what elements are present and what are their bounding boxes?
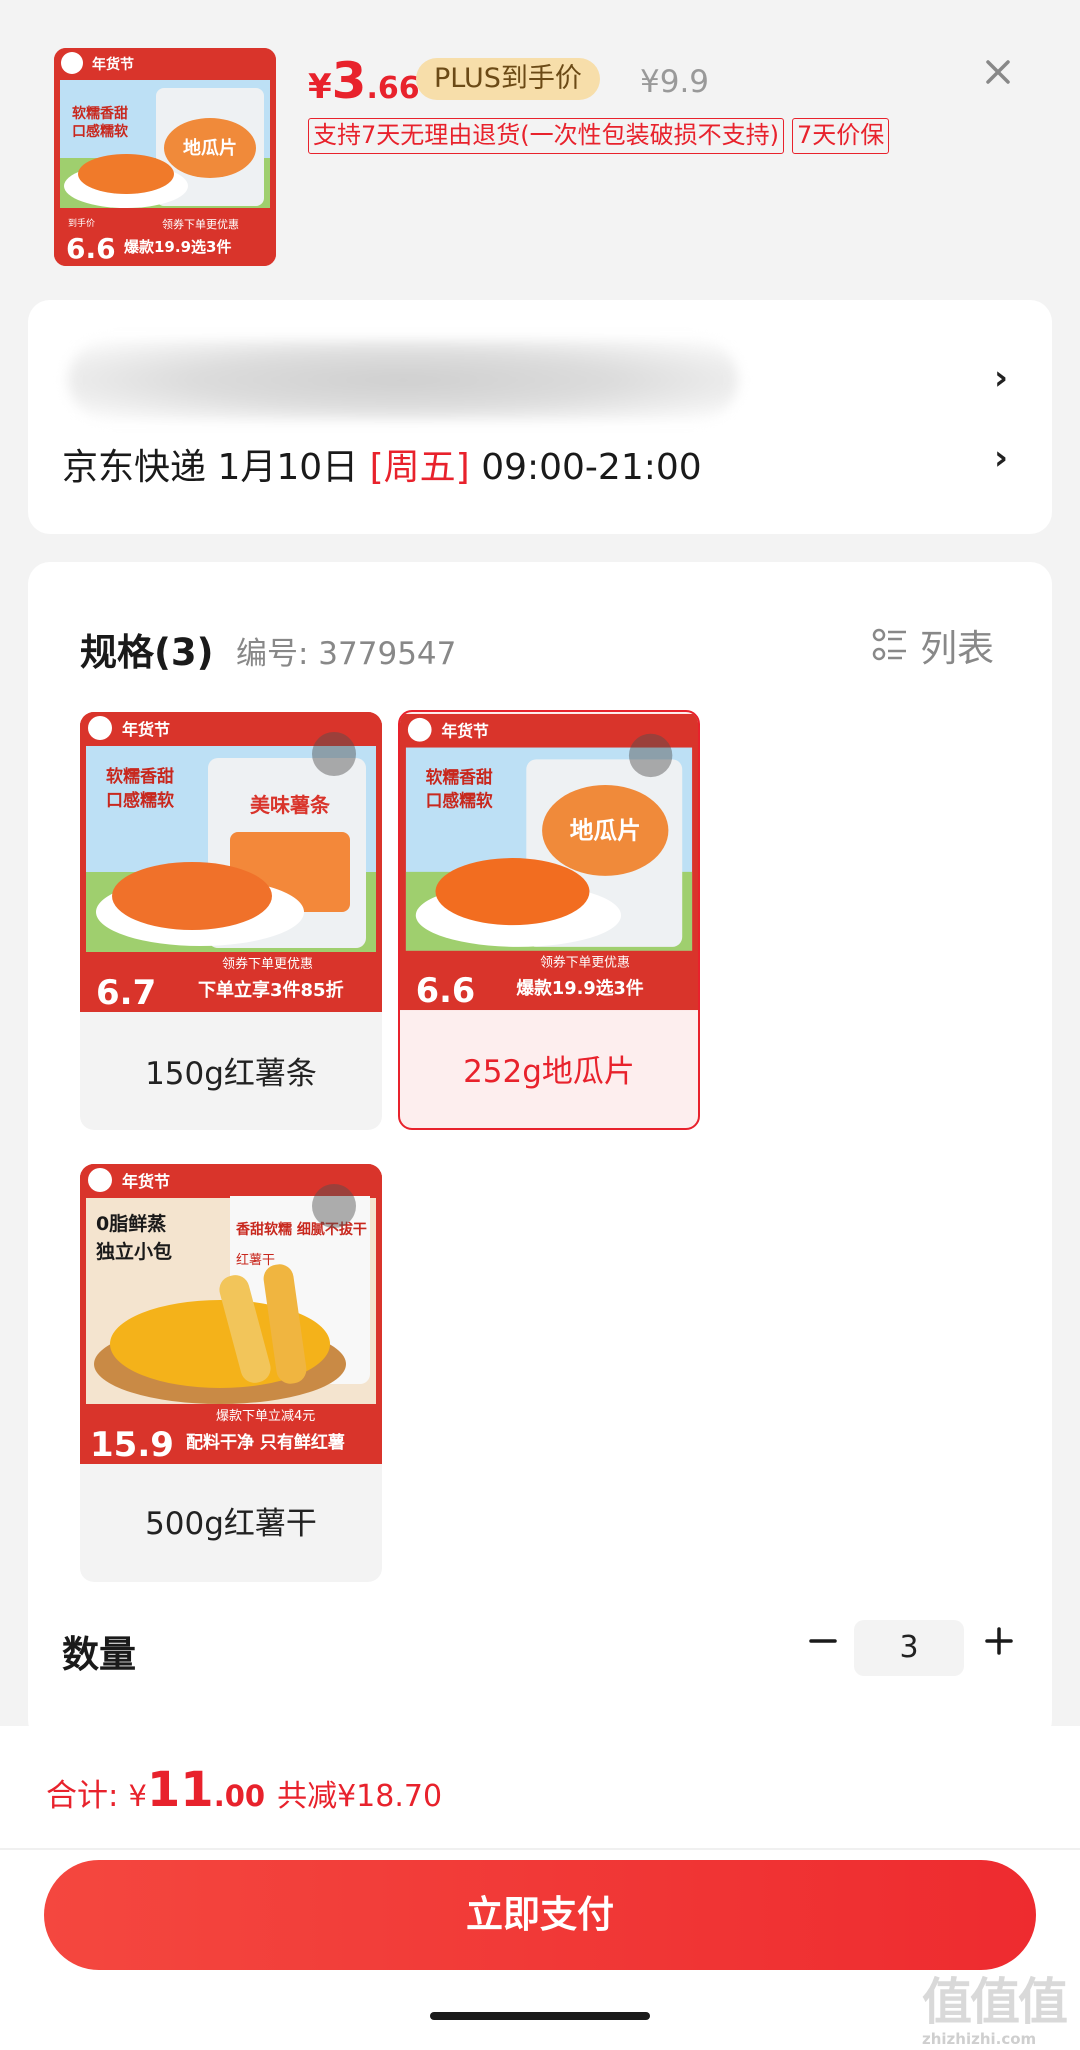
quantity-input[interactable]: 3 xyxy=(854,1620,964,1676)
checkout-footer: 合计: ¥ 11 .00 共减¥18.70 立即支付 值值值 zhizhizhi… xyxy=(0,1726,1080,2050)
plus-price-badge: PLUS到手价 xyxy=(416,58,600,100)
sku-image: 香甜软糯 细腻不拔干 红薯干 0脂鲜蒸 独立小包 年货节 爆款下单立减4元 15… xyxy=(80,1164,382,1464)
thumb-brand-badge: 年货节 xyxy=(92,56,134,73)
thumb-slogan1: 软糯香甜 xyxy=(72,105,128,122)
delivery-time: 09:00-21:00 xyxy=(481,447,702,488)
sku-pack-text: 地瓜片 xyxy=(570,816,641,844)
pay-now-button[interactable]: 立即支付 xyxy=(44,1860,1036,1970)
footer-divider xyxy=(0,1848,1080,1850)
sku-option-500g[interactable]: 香甜软糯 细腻不拔干 红薯干 0脂鲜蒸 独立小包 年货节 爆款下单立减4元 15… xyxy=(80,1164,382,1582)
sku-price: 6.6 xyxy=(416,971,475,1010)
quantity-decrease-button[interactable] xyxy=(798,1616,848,1666)
address-redacted xyxy=(68,340,738,420)
sku-slogan2: 口感糯软 xyxy=(106,790,174,811)
watermark-text: 值值值 xyxy=(922,1973,1068,2031)
close-icon xyxy=(986,60,1010,84)
sku-option-252g[interactable]: 地瓜片 软糯香甜 口感糯软 年货节 领券下单更优惠 6.6 爆款19.9选3件 … xyxy=(398,710,700,1130)
total-integer: 11 xyxy=(146,1762,214,1818)
address-card: › 京东快递 1月10日 [周五] 09:00-21:00 › xyxy=(28,300,1052,534)
delivery-date: 1月10日 xyxy=(217,447,359,488)
current-price: ¥ 3 .66 xyxy=(308,52,420,110)
total-decimal: .00 xyxy=(213,1779,266,1813)
total-label: 合计: xyxy=(46,1778,119,1814)
thumb-coupon: 领券下单更优惠 xyxy=(162,217,239,231)
quantity-label: 数量 xyxy=(62,1633,136,1676)
sku-brand-badge: 年货节 xyxy=(122,720,170,739)
product-header: 地瓜片 软糯香甜 口感糯软 年货节 领券下单更优惠 到手价 6.6 爆款19.9… xyxy=(0,0,1080,290)
total-summary: 合计: ¥ 11 .00 共减¥18.70 xyxy=(46,1762,442,1818)
sku-promo: 爆款19.9选3件 xyxy=(516,977,643,999)
delivery-chevron-icon[interactable]: › xyxy=(994,438,1008,478)
sku-label: 150g红薯条 xyxy=(145,1056,317,1092)
list-view-toggle[interactable]: 列表 xyxy=(872,618,994,672)
home-indicator[interactable] xyxy=(430,2012,650,2020)
sku-slogan1: 软糯香甜 xyxy=(426,767,493,787)
sku-brand-badge: 年货节 xyxy=(441,722,489,741)
sku-slogan2: 口感糯软 xyxy=(426,791,493,811)
sku-pack-text: 美味薯条 xyxy=(250,793,331,817)
address-chevron-icon[interactable]: › xyxy=(994,358,1008,398)
sku-coupon: 领券下单更优惠 xyxy=(222,956,313,972)
spec-card: 规格(3) 编号: 3779547 列表 美味薯条 软糯香甜 口感糯软 年货节 … xyxy=(28,562,1052,1742)
sku-brand-badge: 年货节 xyxy=(122,1172,170,1191)
list-icon xyxy=(872,628,906,661)
sku-price: 6.7 xyxy=(96,973,156,1012)
sku-slogan1: 软糯香甜 xyxy=(106,766,174,787)
thumb-price-label: 到手价 xyxy=(68,217,95,229)
price-decimal: .66 xyxy=(366,71,420,106)
minus-icon xyxy=(809,1639,837,1643)
sku-image: 地瓜片 软糯香甜 口感糯软 年货节 领券下单更优惠 6.6 爆款19.9选3件 xyxy=(400,713,698,1010)
sku-promo: 配料干净 只有鲜红薯 xyxy=(186,1432,345,1453)
sku-coupon: 爆款下单立减4元 xyxy=(216,1409,315,1424)
watermark-sub: zhizhizhi.com xyxy=(922,2030,1037,2048)
watermark: 值值值 zhizhizhi.com xyxy=(922,1962,1072,2048)
sku-option-150g[interactable]: 美味薯条 软糯香甜 口感糯软 年货节 领券下单更优惠 6.7 下单立享3件85折… xyxy=(80,712,382,1130)
price-currency: ¥ xyxy=(308,67,332,107)
product-thumbnail[interactable]: 地瓜片 软糯香甜 口感糯软 年货节 领券下单更优惠 到手价 6.6 爆款19.9… xyxy=(54,48,276,266)
quantity-increase-button[interactable] xyxy=(974,1616,1024,1666)
total-currency: ¥ xyxy=(128,1779,147,1813)
thumb-pack-text: 地瓜片 xyxy=(183,137,237,159)
delivery-weekday: [周五] xyxy=(369,447,470,488)
price-integer: 3 xyxy=(331,52,367,110)
delivery-carrier: 京东快递 xyxy=(62,447,207,488)
original-price: ¥9.9 xyxy=(640,64,710,100)
thumb-promo: 爆款19.9选3件 xyxy=(124,238,231,256)
sku-slogan1: 0脂鲜蒸 xyxy=(96,1212,166,1235)
sku-label: 500g红薯干 xyxy=(145,1506,317,1542)
price-protect-tag: 7天价保 xyxy=(792,118,890,154)
thumb-price: 6.6 xyxy=(66,232,116,265)
close-button[interactable] xyxy=(978,52,1018,92)
product-code: 编号: 3779547 xyxy=(236,636,457,672)
sku-pack-sub: 红薯干 xyxy=(236,1252,275,1268)
list-toggle-label: 列表 xyxy=(920,627,994,670)
spec-title: 规格(3) xyxy=(80,631,214,674)
delivery-info[interactable]: 京东快递 1月10日 [周五] 09:00-21:00 xyxy=(62,438,702,490)
sku-coupon: 领券下单更优惠 xyxy=(540,955,630,971)
sku-slogan2: 独立小包 xyxy=(96,1240,172,1263)
plus-icon xyxy=(985,1627,1013,1655)
total-savings: 共减¥18.70 xyxy=(277,1779,443,1814)
thumb-slogan2: 口感糯软 xyxy=(72,123,129,140)
return-policy-tag: 支持7天无理由退货(一次性包装破损不支持) xyxy=(308,118,784,154)
sku-price: 15.9 xyxy=(90,1425,174,1464)
sku-promo: 下单立享3件85折 xyxy=(198,979,344,1001)
sku-image: 美味薯条 软糯香甜 口感糯软 年货节 领券下单更优惠 6.7 下单立享3件85折 xyxy=(80,712,382,1012)
sku-label: 252g地瓜片 xyxy=(463,1054,635,1090)
